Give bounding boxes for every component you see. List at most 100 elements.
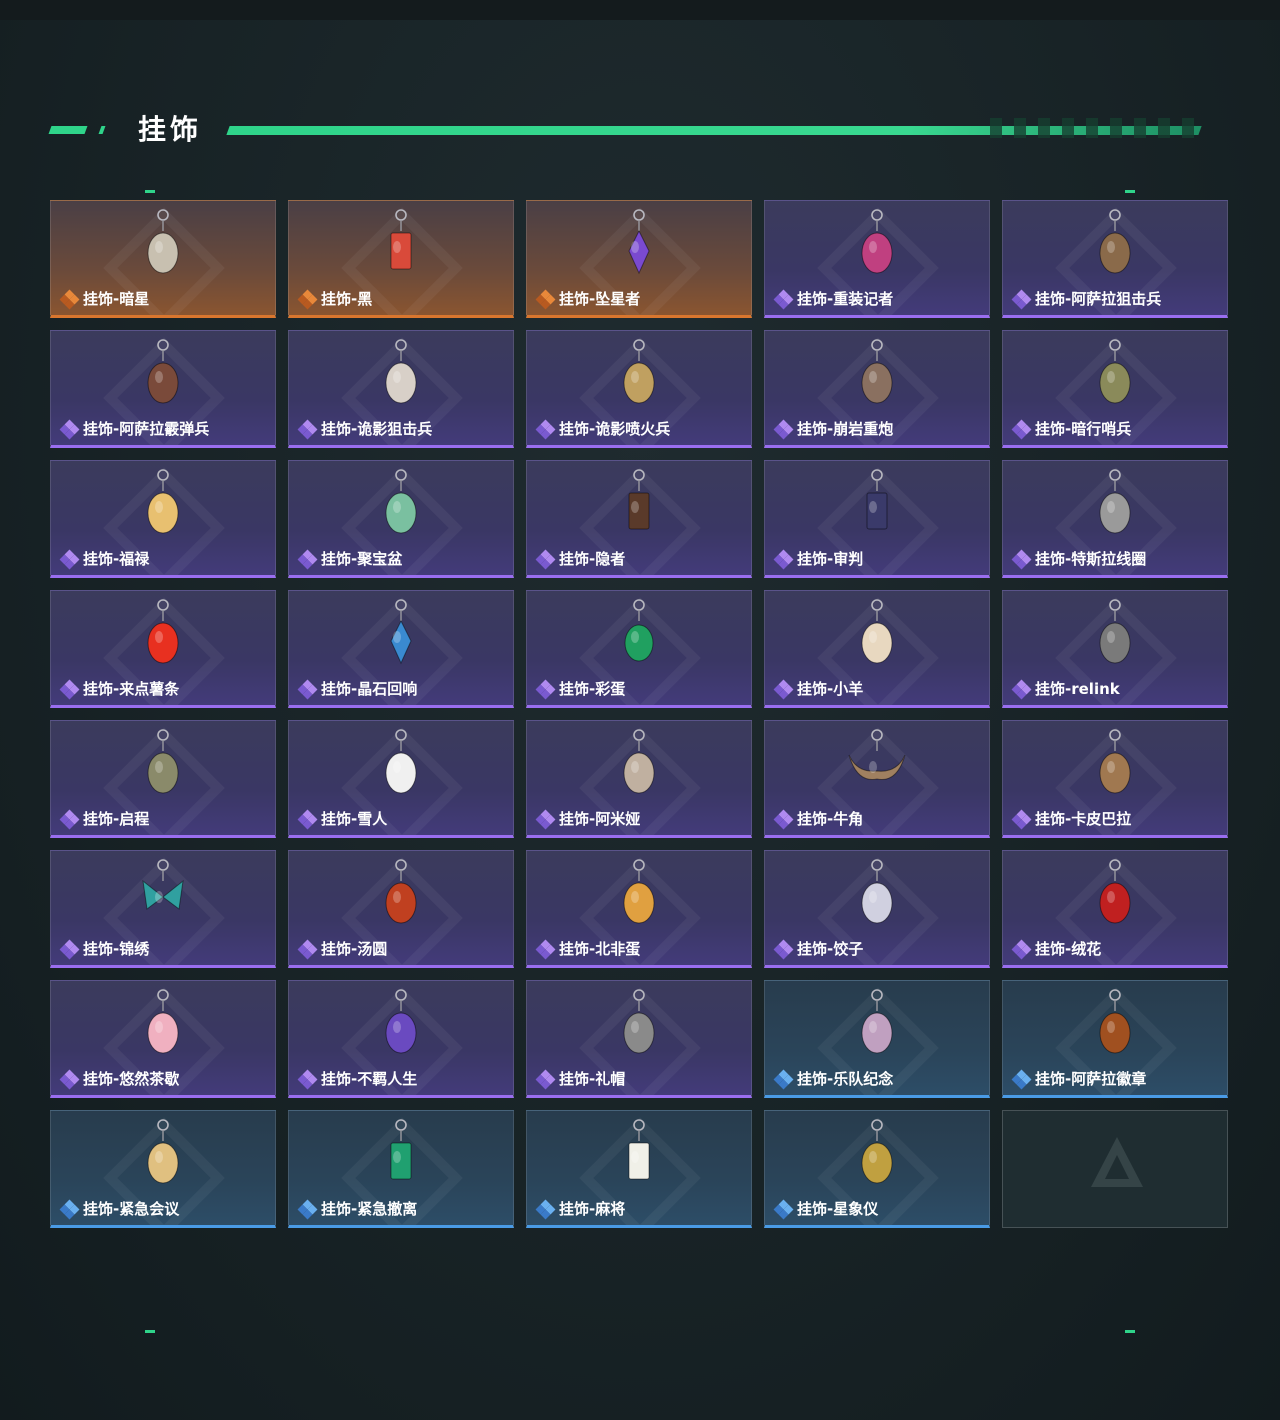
charm-card[interactable]: 挂饰-绒花	[1002, 850, 1228, 968]
charm-card[interactable]: 挂饰-星象仪	[764, 1110, 990, 1228]
corner-mark	[1125, 1330, 1135, 1333]
charm-card[interactable]: 挂饰-不羁人生	[288, 980, 514, 1098]
charm-label: 挂饰-不羁人生	[297, 1068, 418, 1089]
charm-name: 挂饰-卡皮巴拉	[1035, 810, 1132, 828]
charm-label: 挂饰-福禄	[59, 548, 150, 569]
charm-card[interactable]: 挂饰-阿米娅	[526, 720, 752, 838]
charm-card[interactable]: 挂饰-雪人	[288, 720, 514, 838]
figure-charm-icon	[861, 209, 893, 274]
game-logo-icon	[1091, 1137, 1143, 1187]
charm-label: 挂饰-悠然茶歇	[59, 1068, 179, 1089]
charm-card[interactable]: 挂饰-紧急会议	[50, 1110, 276, 1228]
header-checker-pattern	[990, 118, 1200, 138]
charm-card[interactable]: 挂饰-牛角	[764, 720, 990, 838]
charm-card[interactable]: 挂饰-暗行哨兵	[1002, 330, 1228, 448]
crystal-charm-icon	[390, 599, 412, 665]
charm-label: 挂饰-审判	[773, 548, 864, 569]
corner-mark	[1125, 190, 1135, 193]
charm-card[interactable]: 挂饰-汤圆	[288, 850, 514, 968]
charm-card[interactable]: 挂饰-黑	[288, 200, 514, 318]
rarity-diamond-icon	[535, 549, 556, 569]
charm-card[interactable]: 挂饰-紧急撤离	[288, 1110, 514, 1228]
charm-name: 挂饰-黑	[321, 290, 373, 308]
charm-card[interactable]: 挂饰-崩岩重炮	[764, 330, 990, 448]
capybara-charm-icon	[1099, 729, 1131, 794]
bowl-charm-icon	[385, 859, 417, 924]
figure-charm-icon	[1099, 209, 1131, 274]
plate-charm-icon	[861, 859, 893, 924]
charm-card[interactable]: 挂饰-relink	[1002, 590, 1228, 708]
charm-card[interactable]: 挂饰-卡皮巴拉	[1002, 720, 1228, 838]
charm-card[interactable]: 挂饰-来点薯条	[50, 590, 276, 708]
charm-label: 挂饰-启程	[59, 808, 149, 829]
charm-card[interactable]: 挂饰-锦绣	[50, 850, 276, 968]
figure-charm-icon	[1099, 339, 1131, 404]
charm-card[interactable]: 挂饰-乐队纪念	[764, 980, 990, 1098]
charm-card[interactable]: 挂饰-阿萨拉霰弹兵	[50, 330, 276, 448]
charm-card[interactable]: 挂饰-诡影喷火兵	[526, 330, 752, 448]
charm-card[interactable]: 挂饰-特斯拉线圈	[1002, 460, 1228, 578]
treasure-bowl-charm-icon	[385, 469, 417, 534]
charm-name: 挂饰-relink	[1035, 680, 1120, 698]
rarity-diamond-icon	[1011, 809, 1032, 829]
charm-name: 挂饰-汤圆	[321, 940, 388, 958]
medal-charm-icon	[147, 729, 179, 794]
charm-card[interactable]: 挂饰-审判	[764, 460, 990, 578]
charm-label: 挂饰-牛角	[773, 808, 863, 829]
rarity-diamond-icon	[535, 809, 556, 829]
rarity-diamond-icon	[1011, 939, 1032, 959]
charm-card[interactable]: 挂饰-彩蛋	[526, 590, 752, 708]
charm-card[interactable]: 挂饰-麻将	[526, 1110, 752, 1228]
rarity-diamond-icon	[1011, 419, 1032, 439]
charm-card[interactable]: 挂饰-礼帽	[526, 980, 752, 1098]
rarity-diamond-icon	[1011, 289, 1032, 309]
charm-card[interactable]: 挂饰-阿萨拉徽章	[1002, 980, 1228, 1098]
badge-charm-icon	[1099, 989, 1131, 1054]
charm-label: 挂饰-雪人	[297, 808, 387, 829]
butterfly-charm-icon	[142, 859, 184, 910]
charm-card[interactable]: 挂饰-阿萨拉狙击兵	[1002, 200, 1228, 318]
charm-card[interactable]: 挂饰-晶石回响	[288, 590, 514, 708]
rarity-diamond-icon	[297, 679, 318, 699]
rarity-diamond-icon	[773, 1069, 794, 1089]
rarity-diamond-icon	[535, 939, 556, 959]
rarity-diamond-icon	[535, 289, 556, 309]
charm-card[interactable]: 挂饰-启程	[50, 720, 276, 838]
charm-card[interactable]: 挂饰-暗星	[50, 200, 276, 318]
charm-label: 挂饰-阿米娅	[535, 808, 641, 829]
charm-card[interactable]: 挂饰-悠然茶歇	[50, 980, 276, 1098]
charm-name: 挂饰-阿米娅	[559, 810, 641, 828]
charm-name: 挂饰-不羁人生	[321, 1070, 418, 1088]
charm-label: 挂饰-紧急撤离	[297, 1198, 417, 1219]
rarity-diamond-icon	[59, 419, 80, 439]
badge-charm-icon	[861, 989, 893, 1054]
charm-label: 挂饰-汤圆	[297, 938, 388, 959]
charm-card[interactable]: 挂饰-饺子	[764, 850, 990, 968]
crane-charm-icon	[147, 209, 179, 274]
charm-name: 挂饰-礼帽	[559, 1070, 626, 1088]
charm-name: 挂饰-审判	[797, 550, 864, 568]
charm-card[interactable]: 挂饰-小羊	[764, 590, 990, 708]
charm-card[interactable]: 挂饰-聚宝盆	[288, 460, 514, 578]
charm-card[interactable]: 挂饰-福禄	[50, 460, 276, 578]
charm-label: 挂饰-暗行哨兵	[1011, 418, 1131, 439]
sneaker-charm-icon	[385, 989, 417, 1054]
charm-card[interactable]: 挂饰-重装记者	[764, 200, 990, 318]
charm-label: 挂饰-礼帽	[535, 1068, 626, 1089]
section-header: 挂饰	[48, 100, 1202, 160]
page-title: 挂饰	[138, 113, 203, 146]
charm-card[interactable]: 挂饰-北非蛋	[526, 850, 752, 968]
rarity-diamond-icon	[535, 679, 556, 699]
charm-name: 挂饰-乐队纪念	[797, 1070, 894, 1088]
charm-name: 挂饰-福禄	[83, 550, 150, 568]
charm-card[interactable]: 挂饰-隐者	[526, 460, 752, 578]
rarity-diamond-icon	[297, 419, 318, 439]
charm-card[interactable]: 挂饰-坠星者	[526, 200, 752, 318]
rarity-diamond-icon	[535, 1069, 556, 1089]
charm-card[interactable]: 挂饰-诡影狙击兵	[288, 330, 514, 448]
charm-name: 挂饰-特斯拉线圈	[1035, 550, 1147, 568]
rarity-diamond-icon	[297, 939, 318, 959]
figure-charm-icon	[861, 339, 893, 404]
snowman-charm-icon	[385, 729, 417, 794]
rarity-diamond-icon	[773, 1199, 794, 1219]
